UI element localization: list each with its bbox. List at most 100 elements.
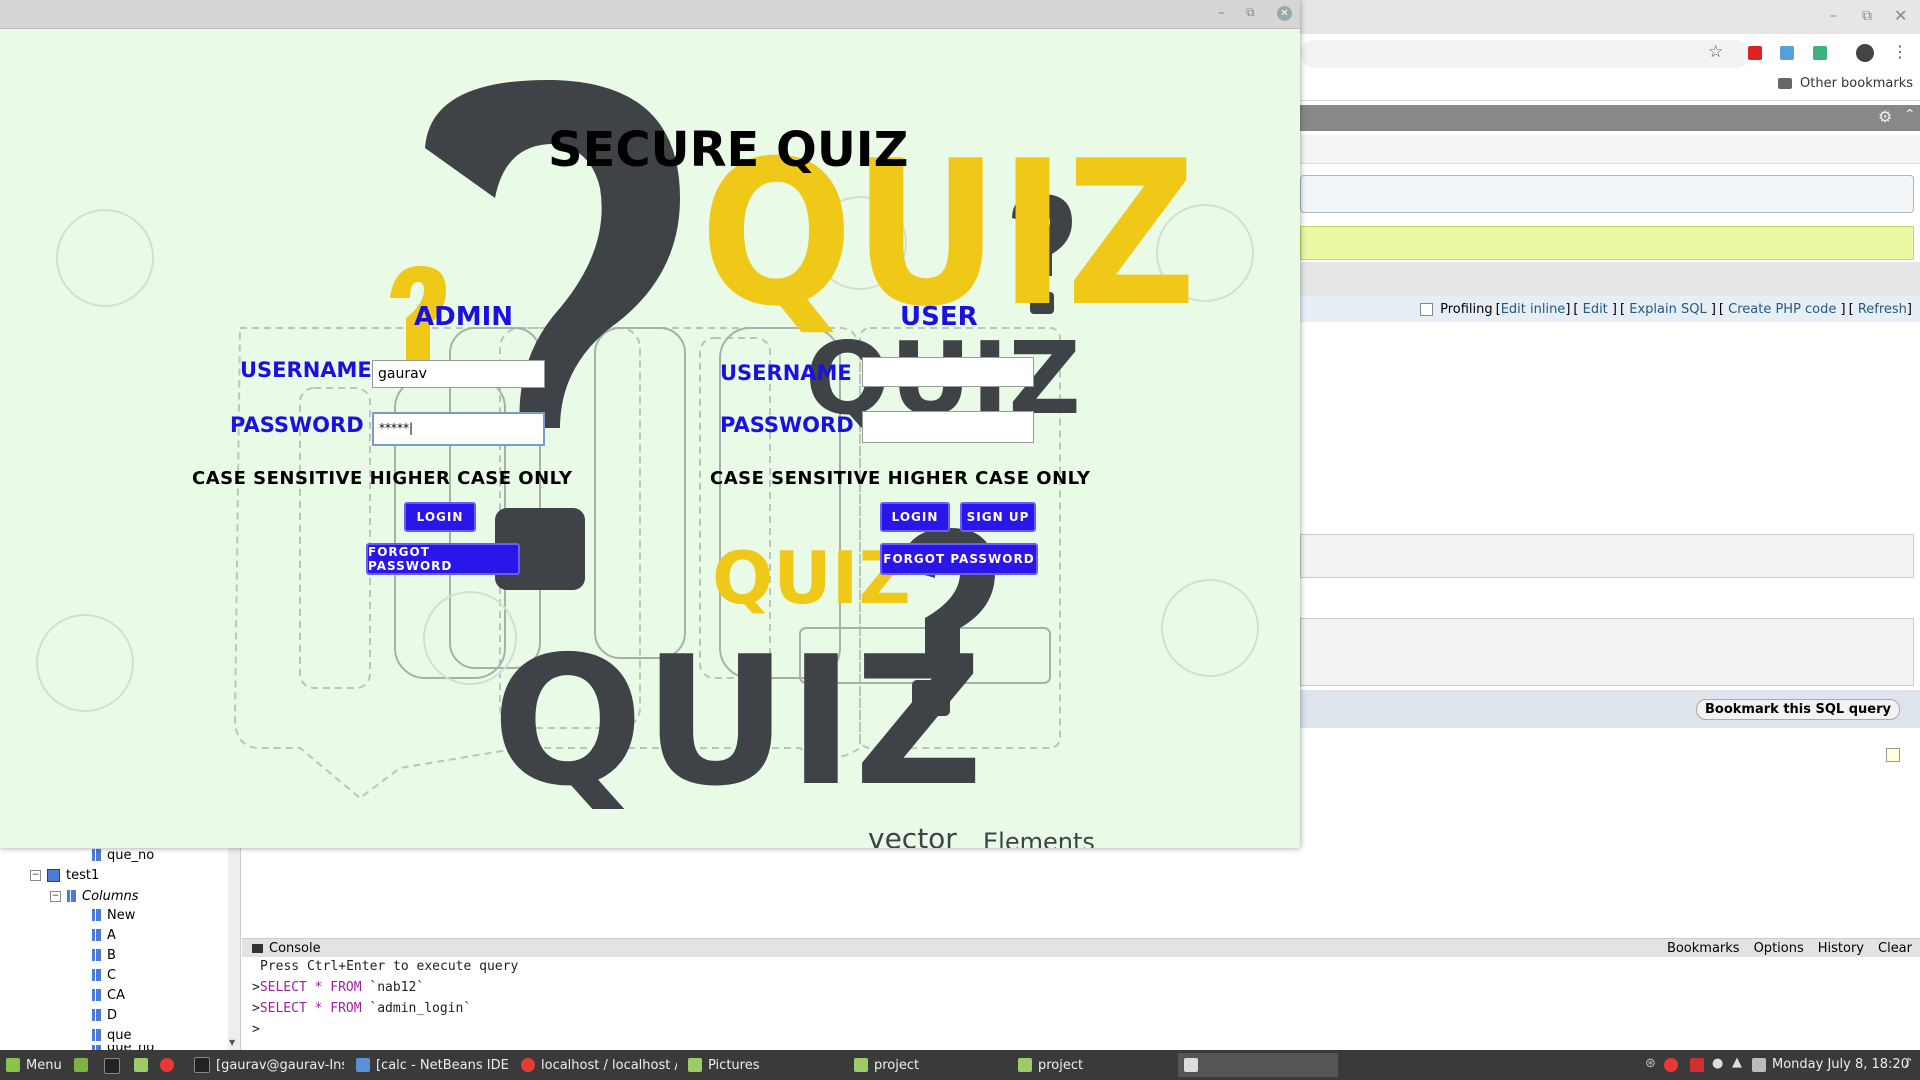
user-icon[interactable]: ● — [1712, 1056, 1723, 1071]
menu-button[interactable]: Menu — [0, 1053, 70, 1077]
extension-icon[interactable] — [1780, 46, 1794, 60]
column-icon — [92, 949, 101, 961]
bookmarks-action[interactable]: Bookmarks — [1667, 941, 1740, 956]
tree-scrollbar[interactable]: ▼ — [228, 846, 240, 1050]
console-toggle-icon[interactable] — [1886, 748, 1900, 762]
task-java-app[interactable] — [1178, 1053, 1338, 1077]
pma-topbar: ⚙ ⌃ — [1300, 105, 1920, 131]
sql-editor[interactable] — [242, 846, 1920, 938]
tree-item[interactable]: que_no — [107, 848, 154, 863]
minimize-icon[interactable]: – — [1218, 5, 1225, 21]
results-panel — [1300, 618, 1914, 686]
battery-icon[interactable] — [1752, 1058, 1766, 1072]
tree-item[interactable]: New — [107, 908, 135, 923]
menu-dots-icon[interactable]: ⋮ — [1892, 42, 1908, 61]
bookmark-query-button[interactable]: Bookmark this SQL query — [1696, 699, 1900, 720]
collapse-icon[interactable]: − — [30, 869, 41, 881]
clock[interactable]: Monday July 8, 18:20 — [1772, 1057, 1909, 1072]
extension-icon[interactable] — [1813, 46, 1827, 60]
profile-avatar[interactable] — [1856, 44, 1874, 62]
task-browser[interactable]: localhost / localhost / ... — [515, 1053, 677, 1077]
extension-icon[interactable] — [1748, 46, 1762, 60]
user-username-label: USERNAME — [720, 361, 852, 385]
collapse-icon[interactable]: ⌃ — [1904, 107, 1916, 123]
admin-password-input[interactable]: *****| — [372, 412, 545, 446]
edit-link[interactable]: Edit — [1583, 302, 1608, 317]
chrome-launcher-icon[interactable] — [160, 1058, 174, 1072]
profiling-label: Profiling — [1440, 301, 1493, 317]
task-pictures[interactable]: Pictures — [682, 1053, 842, 1077]
create-php-link[interactable]: Create PHP code — [1728, 302, 1836, 317]
terminal-launcher-icon[interactable] — [104, 1058, 120, 1074]
user-forgot-password-button[interactable]: FORGOT PASSWORD — [880, 543, 1038, 575]
user-signup-button[interactable]: SIGN UP — [960, 502, 1036, 532]
quiz-titlebar: – ⧉ ✕ — [0, 0, 1300, 29]
profiling-bar: Profiling [Edit inline] [ Edit ] [ Expla… — [1300, 296, 1920, 322]
maximize-icon[interactable]: ⧉ — [1246, 5, 1255, 20]
bluetooth-icon[interactable]: ⊛ — [1645, 1056, 1656, 1071]
tree-item[interactable]: B — [107, 948, 116, 963]
tree-item[interactable]: A — [107, 928, 116, 943]
admin-case-note: CASE SENSITIVE HIGHER CASE ONLY — [192, 468, 573, 489]
task-project[interactable]: project — [848, 1053, 1008, 1077]
other-bookmarks[interactable]: Other bookmarks — [1800, 76, 1913, 91]
sql-query-box — [1300, 175, 1914, 213]
user-password-input[interactable] — [862, 411, 1034, 443]
admin-password-label: PASSWORD — [230, 413, 364, 437]
table-icon — [47, 868, 60, 882]
user-login-button[interactable]: LOGIN — [880, 502, 950, 532]
shield-icon[interactable] — [1690, 1058, 1704, 1072]
history-action[interactable]: History — [1818, 941, 1864, 956]
chrome-icon — [521, 1058, 535, 1072]
admin-username-label: USERNAME — [240, 358, 372, 382]
refresh-link[interactable]: Refresh — [1858, 302, 1907, 317]
maximize-icon[interactable]: ⧉ — [1862, 8, 1872, 24]
bookmark-row: Bookmark this SQL query — [1300, 690, 1920, 728]
star-icon[interactable]: ☆ — [1708, 42, 1723, 62]
gear-icon[interactable]: ⚙ — [1878, 107, 1892, 126]
admin-username-input[interactable] — [372, 360, 545, 388]
columns-icon — [67, 890, 76, 902]
folder-icon — [854, 1058, 868, 1072]
minimize-icon[interactable]: – — [1830, 8, 1837, 24]
column-icon — [92, 909, 101, 921]
folder-icon — [1778, 78, 1792, 89]
explain-sql-link[interactable]: Explain SQL — [1629, 302, 1706, 317]
options-action[interactable]: Options — [1754, 941, 1804, 956]
close-icon[interactable]: ✕ — [1894, 6, 1907, 25]
task-netbeans[interactable]: [calc - NetBeans IDE ... — [350, 1053, 508, 1077]
scroll-down-icon[interactable]: ▼ — [229, 1038, 235, 1047]
clear-action[interactable]: Clear — [1878, 941, 1912, 956]
tree-item[interactable]: Columns — [82, 889, 139, 904]
chrome-tray-icon[interactable] — [1664, 1058, 1678, 1072]
console-prompt[interactable]: > — [252, 1022, 260, 1040]
address-bar[interactable] — [1300, 40, 1750, 68]
files-launcher-icon[interactable] — [134, 1058, 148, 1072]
task-terminal[interactable]: [gaurav@gaurav-Ins... — [188, 1053, 344, 1077]
success-message — [1300, 226, 1914, 260]
console-output[interactable]: Press Ctrl+Enter to execute query >SELEC… — [242, 957, 1920, 1050]
column-icon — [92, 929, 101, 941]
tree-item[interactable]: que — [107, 1028, 132, 1043]
quiz-bottom-word-art: QUIZ — [492, 618, 983, 825]
volume-icon[interactable]: ♪ — [1904, 1056, 1912, 1071]
tree-item[interactable]: C — [107, 968, 116, 983]
user-username-input[interactable] — [862, 357, 1034, 387]
show-desktop-icon[interactable] — [74, 1058, 88, 1072]
secure-quiz-window: – ⧉ ✕ QUIZ QUIZ QUIZ vector Elements SEC… — [0, 0, 1300, 848]
close-icon[interactable]: ✕ — [1277, 6, 1292, 21]
collapse-icon[interactable]: − — [50, 890, 61, 902]
tree-item[interactable]: D — [107, 1008, 117, 1023]
admin-login-button[interactable]: LOGIN — [404, 502, 476, 532]
network-icon[interactable]: ▲ — [1732, 1055, 1742, 1070]
edit-inline-link[interactable]: Edit inline — [1501, 302, 1566, 317]
tree-item[interactable]: test1 — [66, 868, 99, 883]
admin-forgot-password-button[interactable]: FORGOT PASSWORD — [366, 543, 520, 575]
taskbar: Menu [gaurav@gaurav-Ins... [calc - NetBe… — [0, 1050, 1920, 1080]
console-header: Console Bookmarks Options History Clear — [242, 938, 1920, 958]
java-icon — [1184, 1058, 1198, 1072]
pma-tabs — [1300, 135, 1920, 164]
task-project[interactable]: project — [1012, 1053, 1172, 1077]
tree-item[interactable]: CA — [107, 988, 125, 1003]
profiling-checkbox[interactable] — [1420, 302, 1434, 316]
